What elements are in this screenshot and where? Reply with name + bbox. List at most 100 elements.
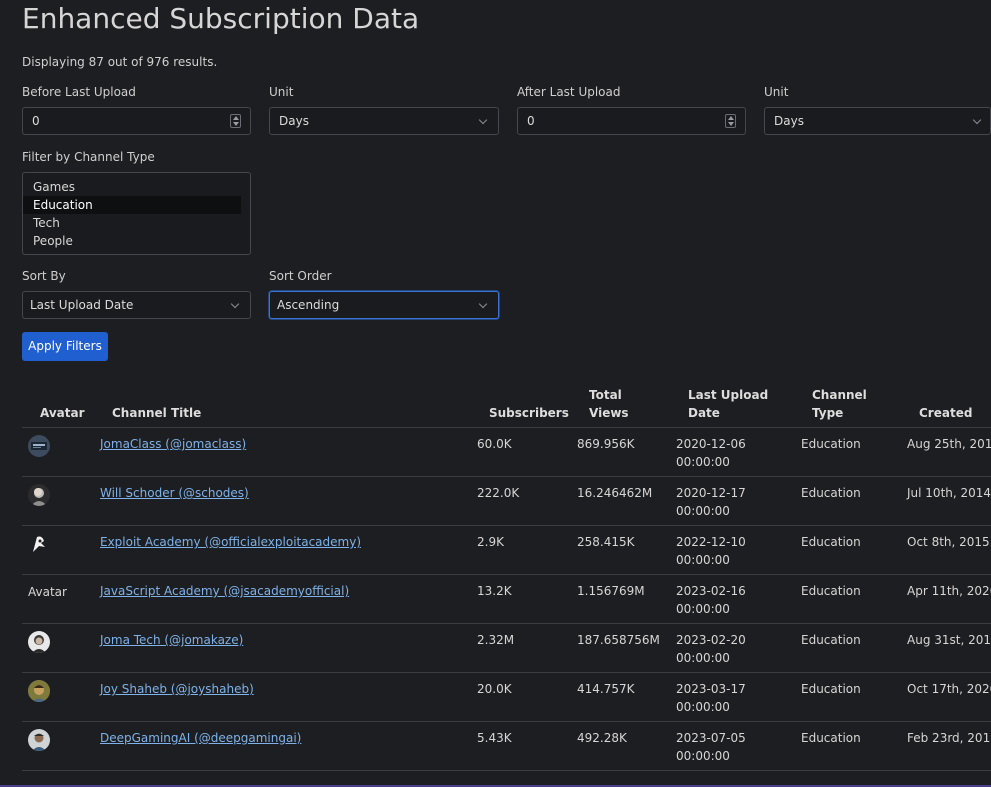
header-created[interactable]: Created [919,404,972,422]
sort-order-value: Ascending [277,298,340,312]
channel-title-link[interactable]: DeepGamingAI (@deepgamingai) [100,729,301,747]
created-cell: Apr 11th, 2020 [907,584,991,598]
subscribers-cell: 2.9K [477,535,504,549]
channel-title-link[interactable]: JavaScript Academy (@jsacademyofficial) [100,582,349,600]
views-cell: 869.956K [577,437,635,451]
views-cell: 258.415K [577,535,635,549]
channel-title-link[interactable]: Exploit Academy (@officialexploitacademy… [100,533,361,551]
avatar-alt-text: Avatar [28,585,67,599]
upload-time: 00:00:00 [676,700,730,714]
created-cell: Feb 23rd, 2012 [907,731,991,745]
views-cell: 187.658756M [577,633,660,647]
header-total-views[interactable]: Total Views [589,386,629,422]
unit-select-2[interactable]: Days [764,107,991,135]
row-divider [22,770,991,771]
upload-time: 00:00:00 [676,602,730,616]
upload-date-cell: 2023-02-20 00:00:00 [676,631,746,667]
results-count: Displaying 87 out of 976 results. [22,55,218,69]
jomaclass-avatar [28,435,50,457]
channel-type-cell: Education [801,437,861,451]
header-divider [22,427,991,428]
channel-title-link[interactable]: Will Schoder (@schodes) [100,484,249,502]
upload-date-cell: 2020-12-17 00:00:00 [676,484,746,520]
before-last-upload-input[interactable]: 0 [22,107,251,135]
upload-time: 00:00:00 [676,504,730,518]
subscribers-cell: 20.0K [477,682,512,696]
header-subscribers[interactable]: Subscribers [489,404,569,422]
channel-type-cell: Education [801,731,861,745]
channel-type-option-education[interactable]: Education [23,196,241,214]
unit-select-1[interactable]: Days [269,107,499,135]
exploit-academy-avatar [28,533,50,555]
stepper-icon[interactable] [725,114,736,128]
upload-date-cell: 2020-12-06 00:00:00 [676,435,746,471]
subscribers-cell: 222.0K [477,486,520,500]
before-last-upload-value: 0 [32,114,40,128]
channel-type-cell: Education [801,584,861,598]
will-schoder-avatar [28,484,50,506]
chevron-down-icon [478,299,488,309]
channel-type-option-people[interactable]: People [23,232,241,250]
subscribers-cell: 13.2K [477,584,512,598]
deepgamingai-avatar [28,729,50,751]
upload-date-cell: 2023-03-17 00:00:00 [676,680,746,716]
header-avatar[interactable]: Avatar [40,404,85,422]
channel-type-cell: Education [801,535,861,549]
created-cell: Jul 10th, 2014 [907,486,991,500]
header-last-upload-date[interactable]: Last Upload Date [688,386,768,422]
row-divider [22,721,991,722]
sort-order-label: Sort Order [269,269,332,283]
unit-label-1: Unit [269,85,294,99]
views-cell: 492.28K [577,731,627,745]
channel-title-link[interactable]: JomaClass (@jomaclass) [100,435,246,453]
header-channel-title[interactable]: Channel Title [112,404,201,422]
chevron-down-icon [972,115,982,125]
channel-type-cell: Education [801,682,861,696]
sort-by-select[interactable]: Last Upload Date [22,291,251,319]
after-last-upload-input[interactable]: 0 [517,107,746,135]
row-divider [22,476,991,477]
subscribers-cell: 60.0K [477,437,512,451]
channel-title-link[interactable]: Joy Shaheb (@joyshaheb) [100,680,254,698]
upload-time: 00:00:00 [676,455,730,469]
channel-type-cell: Education [801,486,861,500]
upload-date: 2023-03-17 [676,682,746,696]
created-cell: Oct 8th, 2015 [907,535,990,549]
channel-title-link[interactable]: Joma Tech (@jomakaze) [100,631,243,649]
after-last-upload-label: After Last Upload [517,85,621,99]
upload-date: 2023-02-16 [676,584,746,598]
upload-date: 2022-12-10 [676,535,746,549]
before-last-upload-label: Before Last Upload [22,85,136,99]
channel-type-option-games[interactable]: Games [23,178,241,196]
upload-time: 00:00:00 [676,553,730,567]
stepper-icon[interactable] [230,114,241,128]
upload-date-cell: 2023-02-16 00:00:00 [676,582,746,618]
channel-type-option-tech[interactable]: Tech [23,214,241,232]
sort-order-select[interactable]: Ascending [269,291,499,319]
chevron-down-icon [478,115,488,125]
page-title: Enhanced Subscription Data [22,2,420,35]
created-cell: Oct 17th, 2020 [907,682,991,696]
after-last-upload-value: 0 [527,114,535,128]
subscribers-cell: 2.32M [477,633,515,647]
header-channel-type[interactable]: Channel Type [812,386,867,422]
header-last-upload-line2: Date [688,406,720,420]
views-cell: 1.156769M [577,584,645,598]
joma-tech-avatar [28,631,50,653]
created-cell: Aug 31st, 2016 [907,633,991,647]
channel-type-listbox[interactable]: Games Education Tech People [22,172,251,255]
header-total-views-line1: Total [589,388,622,402]
unit-select-1-value: Days [279,114,309,128]
upload-time: 00:00:00 [676,651,730,665]
subscribers-cell: 5.43K [477,731,512,745]
upload-date: 2020-12-17 [676,486,746,500]
upload-date: 2023-02-20 [676,633,746,647]
upload-date: 2023-07-05 [676,731,746,745]
unit-label-2: Unit [764,85,789,99]
views-cell: 414.757K [577,682,635,696]
upload-date-cell: 2022-12-10 00:00:00 [676,533,746,569]
joy-shaheb-avatar [28,680,50,702]
row-divider [22,574,991,575]
chevron-down-icon [230,299,240,309]
apply-filters-button[interactable]: Apply Filters [22,332,108,361]
